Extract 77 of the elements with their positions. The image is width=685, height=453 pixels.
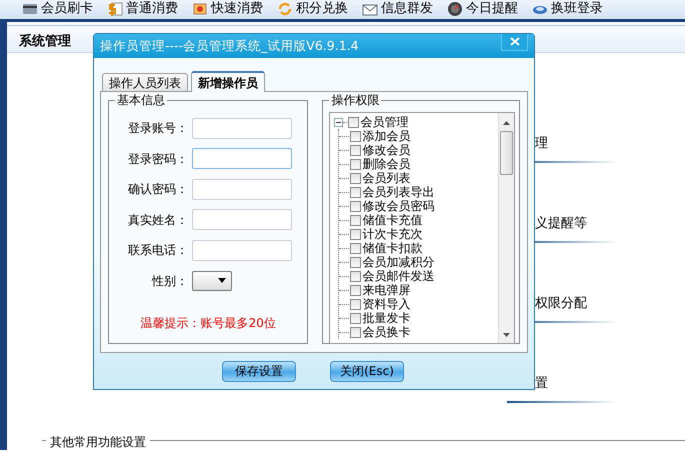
checkbox[interactable]	[350, 256, 362, 268]
menu-text: 置	[535, 374, 548, 392]
checkbox[interactable]	[350, 284, 362, 296]
close-icon	[510, 37, 520, 46]
tree-item[interactable]: 来电弹屏	[362, 283, 410, 297]
dialog-button[interactable]: 关闭(Esc)	[330, 360, 404, 382]
checkbox[interactable]	[350, 186, 362, 198]
checkbox[interactable]	[350, 242, 362, 254]
tree-item[interactable]: 计次卡充次	[362, 227, 422, 241]
checkbox[interactable]	[350, 298, 362, 310]
checkbox[interactable]	[350, 312, 362, 324]
group-title: 其他常用功能设置	[46, 433, 150, 451]
caret-icon	[218, 278, 226, 284]
toolbar-button[interactable]: 普通消费	[107, 1, 178, 17]
dollar-icon	[107, 1, 123, 17]
group-title: 操作权限	[329, 93, 382, 107]
dialog-button[interactable]: 保存设置	[222, 360, 296, 382]
tree-item[interactable]: 会员列表导出	[362, 185, 434, 199]
input-field[interactable]	[192, 209, 292, 230]
tree-item[interactable]: 会员换卡	[362, 325, 410, 339]
card-icon	[22, 1, 38, 17]
input-field[interactable]	[192, 240, 292, 261]
field-label: 登录密码：	[127, 150, 189, 168]
tree-item[interactable]: 批量发卡	[362, 311, 410, 325]
tree-item[interactable]: 修改会员	[362, 143, 410, 157]
checkbox[interactable]	[350, 214, 362, 226]
hint-text: 温馨提示：账号最多20位	[140, 315, 277, 332]
tree-item[interactable]: 添加会员	[362, 129, 410, 143]
tree-item[interactable]: 会员列表	[362, 171, 410, 185]
input-field[interactable]	[192, 148, 292, 170]
checkbox[interactable]	[350, 200, 362, 212]
field-label: 性别：	[150, 272, 189, 290]
tree-item[interactable]: 储值卡扣款	[362, 241, 422, 255]
checkbox[interactable]	[350, 270, 362, 282]
window-title: 操作员管理----会员管理系统_试用版V6.9.1.4	[100, 36, 359, 55]
group-title: 基本信息	[115, 93, 167, 107]
input-field[interactable]	[192, 178, 292, 200]
checkbox[interactable]	[350, 130, 362, 142]
tree-item[interactable]: 修改会员密码	[362, 199, 434, 213]
checkbox[interactable]	[350, 326, 362, 338]
field-label: 确认密码：	[127, 181, 189, 198]
scrollbar[interactable]	[498, 113, 514, 343]
checkbox[interactable]	[350, 158, 362, 170]
tab[interactable]: 新增操作员	[191, 71, 265, 92]
collapse-icon[interactable]	[334, 118, 344, 126]
scroll-up-icon[interactable]	[503, 121, 510, 125]
close-button[interactable]	[501, 34, 528, 50]
scroll-thumb[interactable]	[500, 131, 513, 175]
menu-text: 义提醒等	[535, 214, 587, 232]
checkbox[interactable]	[348, 116, 360, 128]
input-field[interactable]	[192, 118, 292, 139]
checkbox[interactable]	[350, 172, 362, 184]
checkbox[interactable]	[350, 144, 362, 156]
tree-item[interactable]: 资料导入	[362, 297, 410, 311]
field-label: 登录账号：	[127, 120, 189, 138]
toolbar-button[interactable]: 今日提醒	[447, 1, 518, 17]
tab[interactable]: 操作人员列表	[102, 73, 188, 91]
scroll-down-icon[interactable]	[503, 333, 510, 337]
toolbar-button[interactable]: 积分兑换	[277, 1, 348, 17]
refresh-icon	[277, 1, 293, 17]
tree-item[interactable]: 会员邮件发送	[362, 269, 434, 283]
toolbar-button[interactable]: 快速消费	[192, 1, 263, 17]
dropdown[interactable]	[192, 270, 232, 291]
toolbar-button[interactable]: 换班登录	[532, 1, 603, 17]
field-label: 真实姓名：	[127, 212, 189, 229]
gauge-icon	[447, 1, 463, 17]
tree-item[interactable]: 删除会员	[362, 157, 410, 171]
field-label: 联系电话：	[127, 242, 189, 260]
tree-item[interactable]: 会员加减积分	[362, 255, 434, 269]
menu-text: 权限分配	[535, 294, 587, 312]
toolbar-button[interactable]: 信息群发	[362, 1, 433, 17]
menu-text: 理	[535, 134, 548, 152]
tree-item[interactable]: 会员管理	[360, 115, 408, 129]
tree-item[interactable]: 储值卡充值	[362, 213, 422, 227]
toolbar-button[interactable]: 会员刷卡	[22, 1, 93, 17]
money-icon	[192, 1, 208, 17]
checkbox[interactable]	[350, 228, 362, 240]
